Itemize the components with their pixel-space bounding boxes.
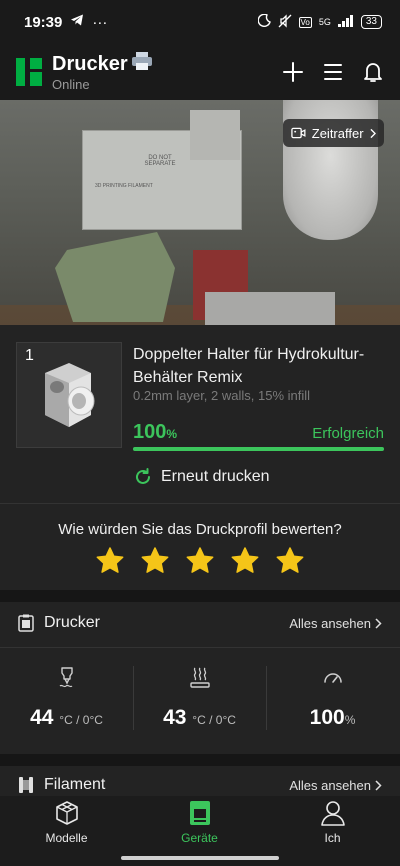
page-title-text: Drucker [52, 52, 128, 75]
page-title[interactable]: Drucker [52, 52, 152, 76]
progress-bar-fill [133, 447, 384, 451]
progress-unit: % [166, 427, 178, 441]
printer-section-header: Drucker Alles ansehen [18, 614, 382, 632]
printer-section: Drucker Alles ansehen 44 °C / 0°C 43 °C … [0, 602, 400, 754]
chevron-right-icon [369, 128, 376, 138]
nozzle-temp-value: 44 [30, 706, 54, 729]
print-speed[interactable]: 100% [266, 666, 399, 730]
add-device-button[interactable] [282, 61, 304, 83]
menu-button[interactable] [322, 61, 344, 83]
clipboard-icon [18, 614, 34, 632]
bed-temp-unit: °C / 0°C [192, 713, 236, 727]
printer-section-title: Drucker [44, 614, 101, 631]
divider [0, 647, 400, 648]
filament-icon [19, 777, 33, 793]
camera-toolhead [190, 110, 240, 160]
star-icon[interactable] [275, 546, 305, 576]
print-status: Erfolgreich [312, 425, 384, 442]
printer-readouts: 44 °C / 0°C 43 °C / 0°C 100% [0, 666, 400, 730]
battery-indicator: 33 [360, 15, 382, 29]
filament-section-header: Filament Alles ansehen [18, 776, 382, 794]
printer-icon [131, 52, 152, 76]
rating-stars [0, 546, 400, 576]
star-icon[interactable] [140, 546, 170, 576]
star-icon[interactable] [95, 546, 125, 576]
camera-box-label: DO NOT SEPARATE [144, 155, 176, 167]
moon-icon [257, 13, 271, 30]
nav-item-ich[interactable]: Ich [266, 796, 399, 866]
plus-icon [283, 62, 303, 82]
nozzle-temp-unit: °C / 0°C [59, 713, 103, 727]
divider [0, 503, 400, 504]
status-bar: 19:39 ··· Vo 5G 33 [0, 0, 400, 44]
nav-item-modelle[interactable]: Modelle [0, 796, 133, 866]
speed-icon [323, 673, 342, 683]
bed-temperature[interactable]: 43 °C / 0°C [133, 666, 266, 730]
reprint-label: Erneut drucken [161, 468, 270, 485]
filament-see-all-label: Alles ansehen [289, 777, 371, 793]
app-logo-icon [16, 58, 42, 86]
printer-see-all-link[interactable]: Alles ansehen [289, 616, 382, 631]
speed-value: 100 [309, 706, 345, 729]
star-icon[interactable] [185, 546, 215, 576]
section-gap [0, 754, 400, 766]
signal-label: 5G [318, 17, 331, 27]
progress-row: 100% Erfolgreich [133, 421, 384, 444]
nozzle-icon [59, 667, 73, 688]
menu-icon [324, 64, 342, 80]
bed-temp-value: 43 [163, 706, 187, 729]
nav-label-geraete: Geräte [181, 831, 218, 845]
home-indicator[interactable] [121, 856, 279, 860]
model-thumbnail[interactable]: 1 [16, 342, 122, 448]
filament-section: Filament Alles ansehen [0, 766, 400, 796]
chevron-right-icon [375, 779, 382, 791]
telegram-icon [70, 13, 84, 31]
nozzle-temperature[interactable]: 44 °C / 0°C [0, 666, 133, 730]
volte-icon: Vo [298, 16, 312, 28]
mute-icon [278, 13, 292, 31]
print-job-card: 1 Doppelter Halter für Hydrokultur-Behäl… [0, 325, 400, 590]
chevron-right-icon [375, 617, 382, 629]
timelapse-button[interactable]: Zeitraffer [283, 119, 384, 147]
signal-icon [337, 14, 354, 30]
model-preview-icon [45, 363, 95, 427]
bell-icon [364, 63, 382, 82]
rating-question: Wie würden Sie das Druckprofil bewerten? [58, 521, 342, 538]
nav-label-modelle: Modelle [45, 831, 88, 845]
video-camera-icon [291, 127, 306, 139]
filament-section-title: Filament [44, 776, 106, 793]
progress-percent: 100% [133, 421, 177, 444]
status-time: 19:39 [24, 13, 63, 31]
nav-label-ich: Ich [324, 831, 341, 845]
devices-icon [189, 801, 210, 825]
models-icon [55, 801, 78, 825]
progress-bar [133, 447, 384, 451]
profile-icon [320, 801, 345, 826]
more-notifications-icon: ··· [92, 13, 108, 31]
reprint-button[interactable]: Erneut drucken [133, 467, 270, 487]
refresh-icon [136, 468, 150, 484]
heatbed-icon [189, 667, 210, 688]
star-icon[interactable] [230, 546, 260, 576]
model-name: Doppelter Halter für Hydrokultur-Behälte… [133, 346, 365, 386]
speed-unit: % [344, 713, 356, 727]
print-settings: 0.2mm layer, 2 walls, 15% infill [133, 388, 311, 403]
timelapse-label: Zeitraffer [311, 125, 364, 141]
section-gap [0, 590, 400, 602]
printer-see-all-label: Alles ansehen [289, 615, 371, 631]
camera-box-label-2: 3D PRINTING FILAMENT [95, 183, 153, 189]
app-header: Drucker Online [0, 44, 400, 100]
progress-value: 100 [133, 421, 167, 443]
printer-status: Online [52, 77, 90, 92]
notifications-button[interactable] [362, 61, 384, 83]
filament-see-all-link[interactable]: Alles ansehen [289, 778, 382, 793]
